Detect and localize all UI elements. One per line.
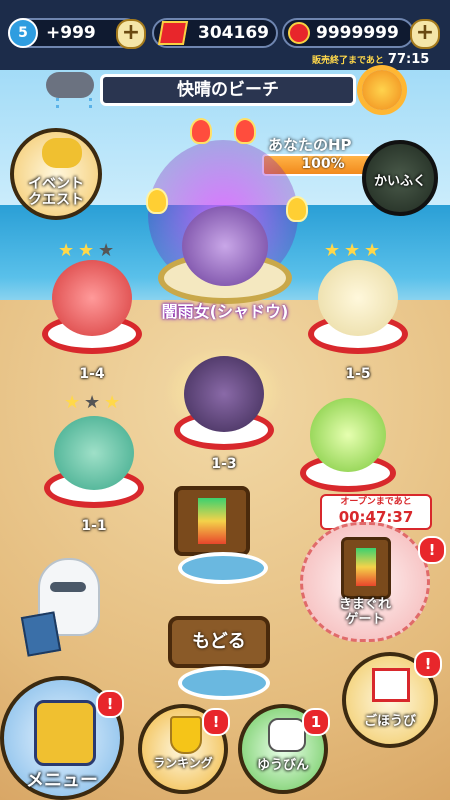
stage-character-icon — [54, 416, 134, 490]
star-icon: ★ — [58, 240, 75, 261]
mail-character-icon — [268, 718, 306, 752]
stage-character-icon — [310, 398, 386, 472]
star-icon: ★ — [324, 240, 341, 261]
whisper-ghost-icon — [20, 558, 104, 658]
path-signpost-base — [178, 552, 268, 584]
star-icon: ★ — [104, 392, 121, 413]
sale-label: 販売終了まであと — [312, 55, 384, 66]
points-icon — [288, 22, 310, 44]
boss-flame-icon — [190, 118, 212, 144]
boss-flame-icon — [234, 118, 256, 144]
menu-character-icon — [34, 700, 96, 766]
star-icon: ★ — [84, 392, 101, 413]
cloud-rain-icon — [46, 66, 96, 110]
gate-notification-badge: ! — [418, 536, 446, 564]
star-icon: ★ — [344, 240, 361, 261]
back-label: もどる — [192, 631, 246, 652]
stage-label: 1-4 — [79, 366, 105, 382]
level-badge-icon: 5 — [8, 18, 38, 48]
ranking-label: ランキング — [153, 756, 213, 770]
star-icon: ★ — [78, 240, 95, 261]
mail-label: ゆうびん — [256, 758, 309, 773]
stage-label: 1-5 — [345, 366, 371, 382]
star-icon: ★ — [98, 240, 115, 261]
stage-green-character[interactable] — [298, 388, 398, 498]
back-button[interactable]: もどる — [168, 616, 270, 668]
stage-character-icon — [52, 260, 132, 336]
gate-open-label: オープンまであと — [340, 497, 412, 507]
hp-label: あなたのHP — [268, 136, 352, 154]
stage-1-4[interactable]: ★ ★ ★ 1-4 — [38, 240, 146, 382]
gate-sign-icon — [341, 537, 391, 599]
gift-box-icon — [372, 668, 410, 702]
boss-name: 闇雨女(シャドウ) — [161, 302, 289, 321]
location-title: 快晴のビーチ — [177, 80, 279, 100]
boss-character-icon — [182, 206, 268, 286]
coins-value: 304169 — [198, 23, 269, 43]
stage-label: 1-1 — [81, 518, 107, 534]
stage-1-3[interactable]: 1-3 — [164, 340, 284, 472]
heal-label: かいふく — [373, 174, 426, 189]
points-pill: 9999999 — [282, 18, 414, 48]
event-quest-label: イベント クエスト — [28, 176, 84, 208]
stage-character-icon — [318, 260, 398, 336]
star-icon: ★ — [364, 240, 381, 261]
event-character-icon — [42, 138, 82, 168]
sale-timer: 77:15 — [387, 51, 430, 67]
location-banner: 快晴のビーチ — [100, 74, 356, 106]
add-stamina-button[interactable]: + — [116, 19, 146, 49]
kimagure-gate-button[interactable]: きまぐれ ゲート — [300, 522, 430, 642]
menu-notification-badge: ! — [96, 690, 124, 718]
add-points-button[interactable]: + — [410, 19, 440, 49]
trophy-icon — [170, 716, 202, 754]
heal-button[interactable]: かいふく — [362, 140, 438, 216]
event-quest-button[interactable]: イベント クエスト — [10, 128, 102, 220]
mail-notification-badge: 1 — [302, 708, 330, 736]
sale-countdown: 販売終了まであと 77:15 — [312, 51, 446, 67]
stage-label: 1-3 — [211, 456, 237, 472]
boss-stage[interactable] — [152, 206, 298, 306]
menu-label: メニュー — [26, 770, 98, 791]
points-value: 9999999 — [316, 23, 399, 43]
reward-label: ごほうび — [363, 714, 416, 729]
sun-icon — [362, 70, 402, 110]
stage-character-icon — [184, 356, 264, 432]
ranking-notification-badge: ! — [202, 708, 230, 736]
stage-1-1[interactable]: ★ ★ ★ 1-1 — [40, 392, 148, 534]
back-button-base — [178, 666, 270, 700]
stamina-value: +999 — [46, 23, 96, 43]
coins-pill: 304169 — [152, 18, 278, 48]
reward-notification-badge: ! — [414, 650, 442, 678]
stage-1-5[interactable]: ★ ★ ★ 1-5 — [304, 240, 412, 382]
top-bar: 5 +999 + 304169 9999999 + 販売終了まであと 77:15 — [0, 0, 450, 70]
path-signpost-icon — [174, 486, 250, 556]
coin-icon — [157, 21, 189, 45]
gate-label: きまぐれ ゲート — [338, 597, 391, 627]
star-icon: ★ — [64, 392, 81, 413]
